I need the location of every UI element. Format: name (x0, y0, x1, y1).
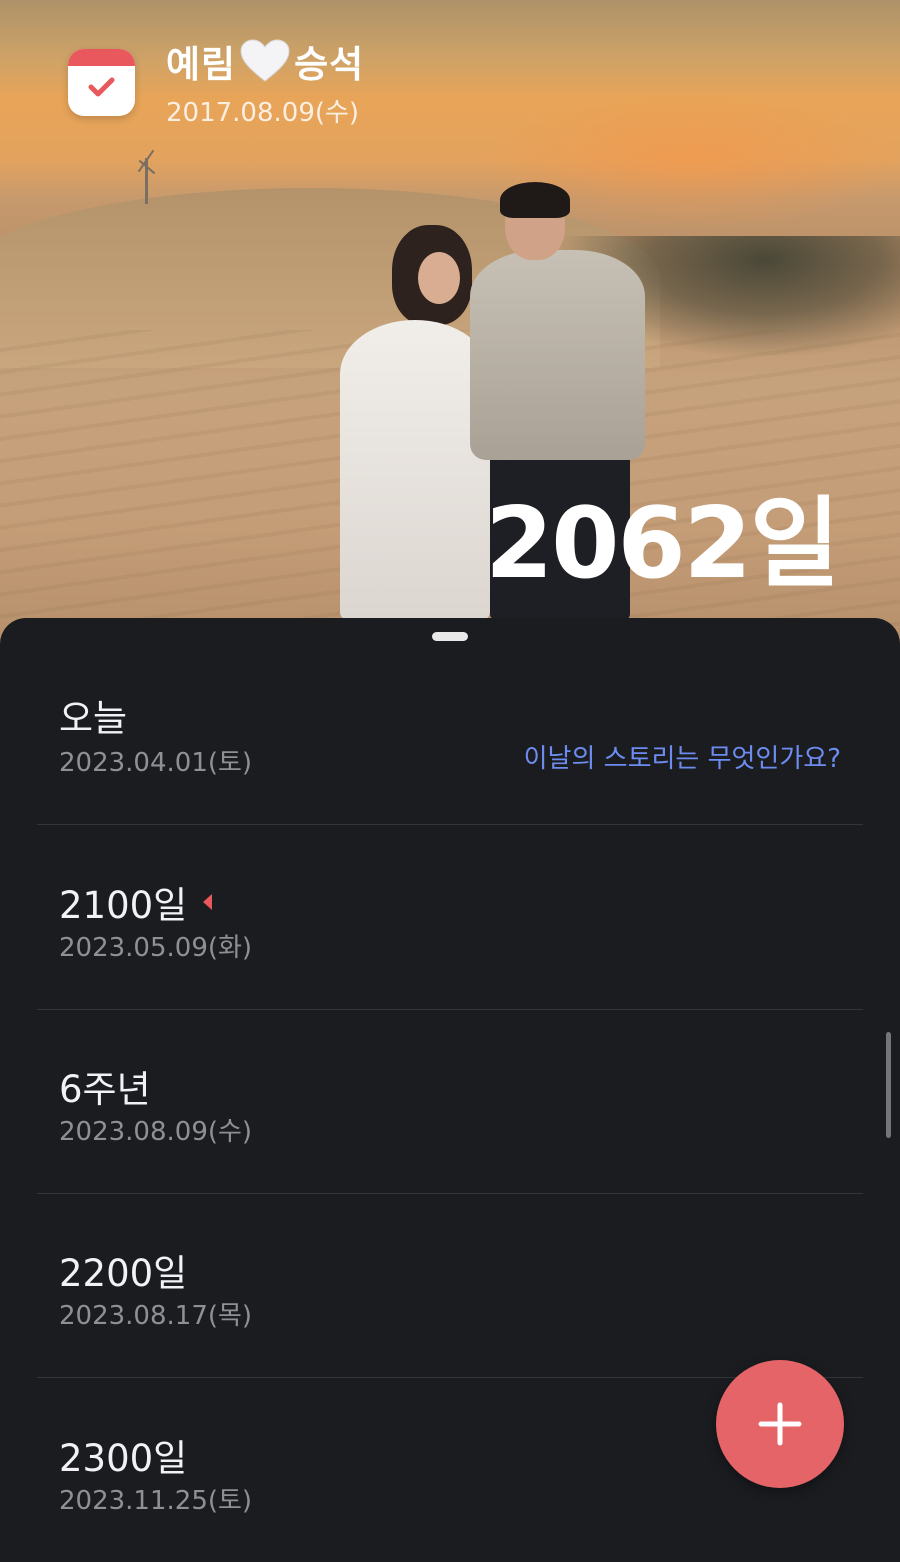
woman-face (418, 252, 460, 304)
event-title: 2100일 (59, 884, 188, 927)
event-title: 6주년 (59, 1068, 151, 1111)
red-flag-icon (203, 894, 213, 910)
top-shade (0, 0, 900, 170)
couple-name[interactable]: 예림 승석 (166, 34, 364, 88)
event-title: 오늘 (59, 697, 128, 740)
calendar-band (68, 49, 135, 66)
partner-name-left: 예림 (166, 43, 237, 86)
plus-icon (758, 1402, 802, 1446)
list-item[interactable]: 6주년 2023.08.09(수) (37, 1009, 863, 1194)
event-title-row: 2100일 (59, 875, 213, 929)
event-date: 2023.08.17(목) (59, 1301, 253, 1331)
event-date: 2023.11.25(토) (59, 1486, 253, 1516)
check-mark-icon (88, 77, 115, 97)
event-title: 2300일 (59, 1437, 188, 1480)
white-heart-icon (240, 39, 290, 82)
calendar-check-icon[interactable] (68, 49, 135, 116)
event-date: 2023.08.09(수) (59, 1117, 253, 1147)
man-hair (500, 182, 570, 218)
list-item[interactable]: 2200일 2023.08.17(목) (37, 1193, 863, 1378)
list-item-today[interactable]: 오늘 2023.04.01(토) 이날의 스토리는 무엇인가요? (37, 640, 863, 825)
man-shirt (470, 250, 645, 460)
event-date: 2023.05.09(화) (59, 933, 253, 963)
scrollbar[interactable] (886, 1032, 891, 1138)
add-event-button[interactable] (716, 1360, 844, 1488)
day-count: 2062일 (485, 487, 840, 601)
event-title: 2200일 (59, 1252, 188, 1295)
start-date: 2017.08.09(수) (166, 98, 360, 128)
list-item[interactable]: 2100일 2023.05.09(화) (37, 825, 863, 1010)
event-date: 2023.04.01(토) (59, 748, 253, 778)
woman-dress (340, 320, 490, 620)
story-prompt-link[interactable]: 이날의 스토리는 무엇인가요? (524, 738, 841, 775)
partner-name-right: 승석 (294, 43, 365, 86)
